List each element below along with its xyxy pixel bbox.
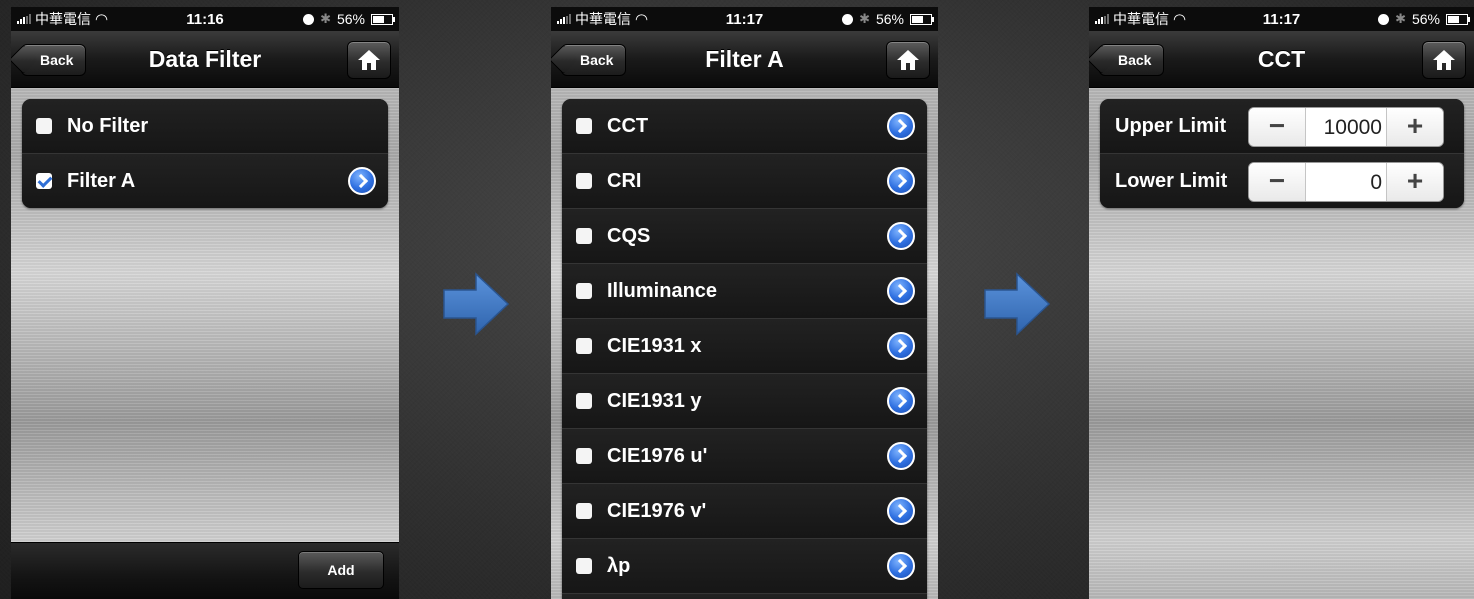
list-item-filter-a[interactable]: Filter A: [22, 154, 388, 208]
page-title: CCT: [1257, 46, 1306, 72]
bluetooth-icon: ✱: [1395, 11, 1406, 26]
chevron-right-circle-icon[interactable]: [887, 552, 915, 580]
status-bar: 中華電信 ◠ 11:17 ✱ 56%: [1089, 7, 1474, 31]
chevron-right-circle-icon[interactable]: [348, 167, 376, 195]
lower-limit-label: Lower Limit: [1115, 170, 1228, 192]
home-icon: [358, 50, 380, 70]
list-item-cie1976-u[interactable]: CIE1976 u': [562, 429, 927, 484]
battery-icon: [371, 13, 395, 25]
bluetooth-icon: ✱: [859, 11, 870, 26]
checkbox[interactable]: [576, 558, 592, 574]
list-item-cie1931-y[interactable]: CIE1931 y: [562, 374, 927, 429]
chevron-right-circle-icon[interactable]: [887, 222, 915, 250]
chevron-right-circle-icon[interactable]: [887, 277, 915, 305]
status-bar: 中華電信 ◠ 11:16 ✱ 56%: [11, 7, 399, 31]
lower-limit-stepper: − 0 +: [1248, 162, 1444, 202]
home-button[interactable]: [347, 41, 391, 79]
checkbox[interactable]: [576, 118, 592, 134]
checkbox[interactable]: [576, 228, 592, 244]
bluetooth-icon: ✱: [320, 11, 331, 26]
battery-percent: 56%: [1411, 11, 1440, 27]
checkbox[interactable]: [36, 118, 52, 134]
home-button[interactable]: [886, 41, 930, 79]
list-item-partial[interactable]: [562, 594, 927, 599]
screen-data-filter: 中華電信 ◠ 11:16 ✱ 56% Back Data Filter No F…: [11, 7, 399, 599]
filter-list: No Filter Filter A: [22, 99, 388, 208]
right-arrow-icon: [984, 272, 1051, 336]
home-icon: [897, 50, 919, 70]
list-item-label: CCT: [607, 115, 649, 137]
navigation-bar: Back Filter A: [551, 31, 938, 88]
upper-limit-stepper: − 10000 +: [1248, 107, 1444, 147]
page-title: Filter A: [705, 46, 784, 72]
page-title: Data Filter: [148, 46, 262, 72]
battery-percent: 56%: [336, 11, 365, 27]
list-item-cqs[interactable]: CQS: [562, 209, 927, 264]
bottom-toolbar: Add: [11, 542, 399, 599]
list-item-label: λp: [607, 555, 631, 577]
list-item-label: CIE1976 u': [607, 445, 708, 467]
upper-limit-label: Upper Limit: [1115, 115, 1227, 137]
checkbox[interactable]: [576, 338, 592, 354]
rotation-lock-icon: [303, 13, 315, 25]
chevron-right-circle-icon[interactable]: [887, 167, 915, 195]
navigation-bar: Back Data Filter: [11, 31, 399, 88]
checkbox[interactable]: [576, 503, 592, 519]
checkbox[interactable]: [576, 448, 592, 464]
decrement-button[interactable]: −: [1249, 163, 1306, 201]
parameter-list: CCT CRI CQS Illuminance CIE1931 x CIE193…: [562, 99, 927, 599]
chevron-right-circle-icon[interactable]: [887, 332, 915, 360]
list-item-illuminance[interactable]: Illuminance: [562, 264, 927, 319]
battery-percent: 56%: [875, 11, 904, 27]
chevron-right-circle-icon[interactable]: [887, 387, 915, 415]
list-item-label: CIE1931 y: [607, 390, 702, 412]
list-item-label: CQS: [607, 225, 651, 247]
screen-cct: 中華電信 ◠ 11:17 ✱ 56% Back CCT Upper Limit …: [1089, 7, 1474, 599]
list-item-label: CIE1931 x: [607, 335, 702, 357]
add-button[interactable]: Add: [298, 551, 384, 589]
upper-limit-value[interactable]: 10000: [1306, 108, 1386, 146]
list-item-label: Illuminance: [607, 280, 718, 302]
screen-filter-a: 中華電信 ◠ 11:17 ✱ 56% Back Filter A CCT CRI: [551, 7, 938, 599]
list-item-cct[interactable]: CCT: [562, 99, 927, 154]
list-item-label: Filter A: [67, 170, 136, 192]
list-item-cie1931-x[interactable]: CIE1931 x: [562, 319, 927, 374]
chevron-right-circle-icon[interactable]: [887, 112, 915, 140]
battery-icon: [910, 13, 934, 25]
rotation-lock-icon: [1378, 13, 1390, 25]
navigation-bar: Back CCT: [1089, 31, 1474, 88]
limits-list: Upper Limit − 10000 + Lower Limit − 0 +: [1100, 99, 1464, 208]
increment-button[interactable]: +: [1386, 163, 1443, 201]
status-bar: 中華電信 ◠ 11:17 ✱ 56%: [551, 7, 938, 31]
home-button[interactable]: [1422, 41, 1466, 79]
increment-button[interactable]: +: [1386, 108, 1443, 146]
lower-limit-row: Lower Limit − 0 +: [1100, 154, 1464, 208]
chevron-right-circle-icon[interactable]: [887, 442, 915, 470]
lower-limit-value[interactable]: 0: [1306, 163, 1386, 201]
list-item-no-filter[interactable]: No Filter: [22, 99, 388, 154]
home-icon: [1433, 50, 1455, 70]
chevron-right-circle-icon[interactable]: [887, 497, 915, 525]
checkbox[interactable]: [576, 393, 592, 409]
checkbox[interactable]: [576, 283, 592, 299]
decrement-button[interactable]: −: [1249, 108, 1306, 146]
upper-limit-row: Upper Limit − 10000 +: [1100, 99, 1464, 154]
list-item-cie1976-v[interactable]: CIE1976 v': [562, 484, 927, 539]
list-item-label: CRI: [607, 170, 642, 192]
right-arrow-icon: [443, 272, 510, 336]
battery-icon: [1446, 13, 1470, 25]
checkbox[interactable]: [576, 173, 592, 189]
rotation-lock-icon: [842, 13, 854, 25]
list-item-cri[interactable]: CRI: [562, 154, 927, 209]
checkbox-checked[interactable]: [36, 173, 52, 189]
list-item-label: CIE1976 v': [607, 500, 707, 522]
list-item-peak-wavelength[interactable]: λp: [562, 539, 927, 594]
list-item-label: No Filter: [67, 115, 149, 137]
